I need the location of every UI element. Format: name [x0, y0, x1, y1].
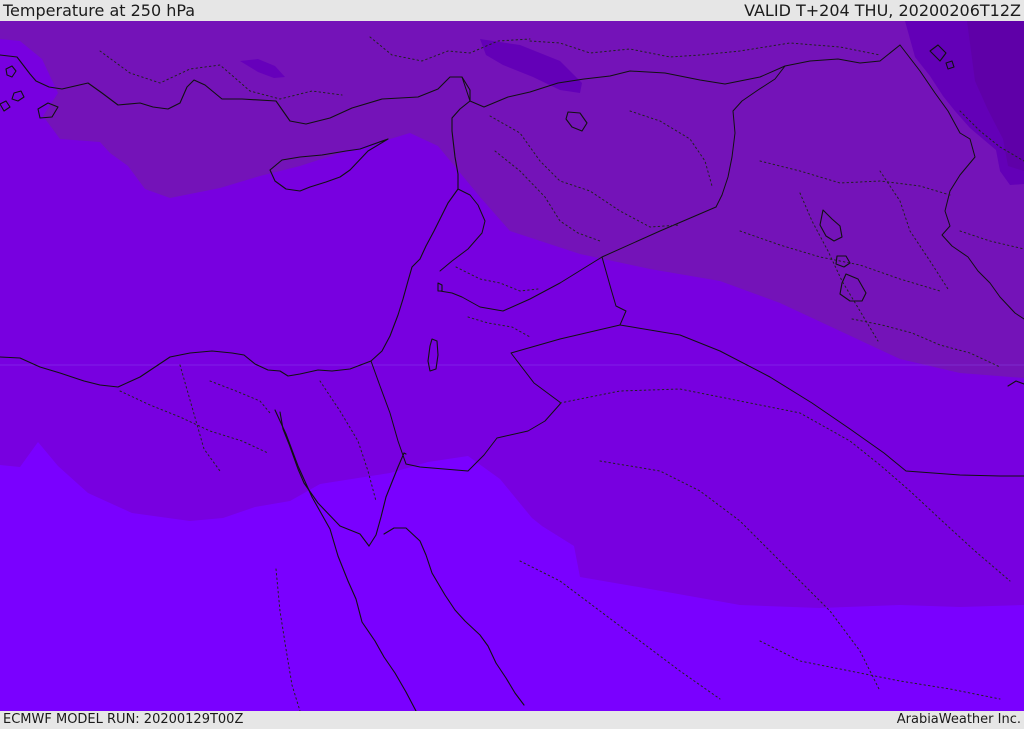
bottom-bar: ECMWF MODEL RUN: 20200129T00Z ArabiaWeat… — [0, 711, 1024, 729]
map-title: Temperature at 250 hPa — [3, 1, 196, 20]
credit-label: ArabiaWeather Inc. — [896, 712, 1021, 727]
map-frame: Temperature at 250 hPa VALID T+204 THU, … — [0, 0, 1024, 729]
top-bar: Temperature at 250 hPa VALID T+204 THU, … — [0, 0, 1024, 21]
map-svg — [0, 21, 1024, 711]
model-run-label: ECMWF MODEL RUN: 20200129T00Z — [3, 712, 244, 727]
map-canvas — [0, 21, 1024, 711]
valid-time: VALID T+204 THU, 20200206T12Z — [744, 1, 1021, 20]
